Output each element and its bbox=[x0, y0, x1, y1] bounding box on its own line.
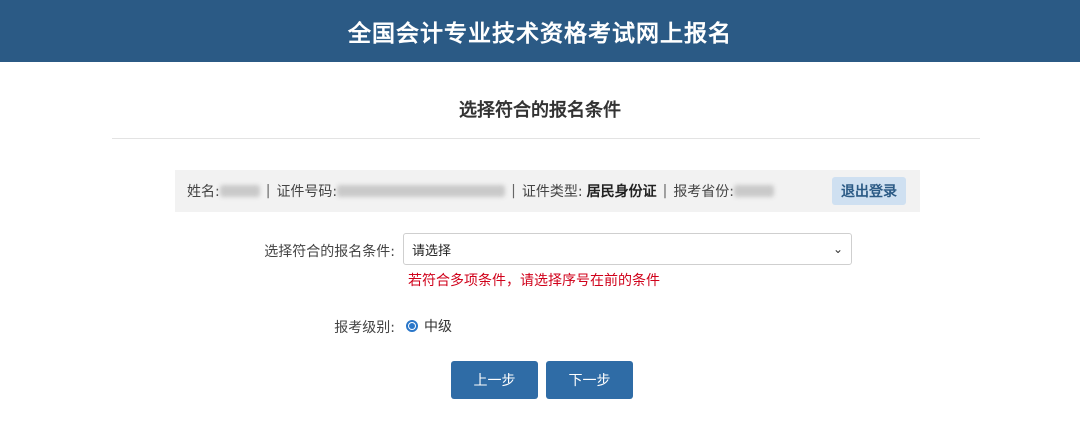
level-label: 报考级别: bbox=[334, 320, 395, 336]
chevron-down-icon: ⌄ bbox=[832, 242, 843, 256]
level-radio-option[interactable]: 中级 bbox=[406, 316, 452, 336]
name-redacted bbox=[219, 185, 260, 197]
divider bbox=[112, 138, 980, 139]
radio-checked-icon[interactable] bbox=[406, 320, 418, 332]
id-number-redacted bbox=[337, 185, 506, 197]
prev-button[interactable]: 上一步 bbox=[451, 361, 538, 399]
province-label: 报考省份: bbox=[673, 184, 735, 200]
page-subtitle: 选择符合的报名条件 bbox=[459, 100, 621, 121]
condition-hint: 若符合多项条件，请选择序号在前的条件 bbox=[408, 273, 660, 289]
user-info-bar: 姓名: | 证件号码: | 证件类型: 居民身份证 | 报考省份: 退出登录 bbox=[175, 170, 920, 212]
id-number-label: 证件号码: bbox=[276, 184, 338, 200]
header-bar: 全国会计专业技术资格考试网上报名 bbox=[0, 0, 1080, 62]
name-label: 姓名: bbox=[187, 184, 220, 200]
separator: | bbox=[662, 183, 668, 199]
app-title: 全国会计专业技术资格考试网上报名 bbox=[348, 21, 732, 47]
id-type-value: 居民身份证 bbox=[586, 184, 657, 200]
separator: | bbox=[265, 183, 271, 199]
id-type-label: 证件类型: bbox=[521, 184, 583, 200]
next-button[interactable]: 下一步 bbox=[546, 361, 633, 399]
province-redacted bbox=[734, 185, 775, 197]
condition-selected-value: 请选择 bbox=[412, 243, 452, 259]
level-option-label: 中级 bbox=[424, 319, 452, 335]
condition-label: 选择符合的报名条件: bbox=[264, 244, 395, 260]
condition-select[interactable]: 请选择 ⌄ bbox=[403, 233, 852, 265]
logout-button[interactable]: 退出登录 bbox=[832, 177, 906, 205]
separator: | bbox=[511, 183, 516, 199]
